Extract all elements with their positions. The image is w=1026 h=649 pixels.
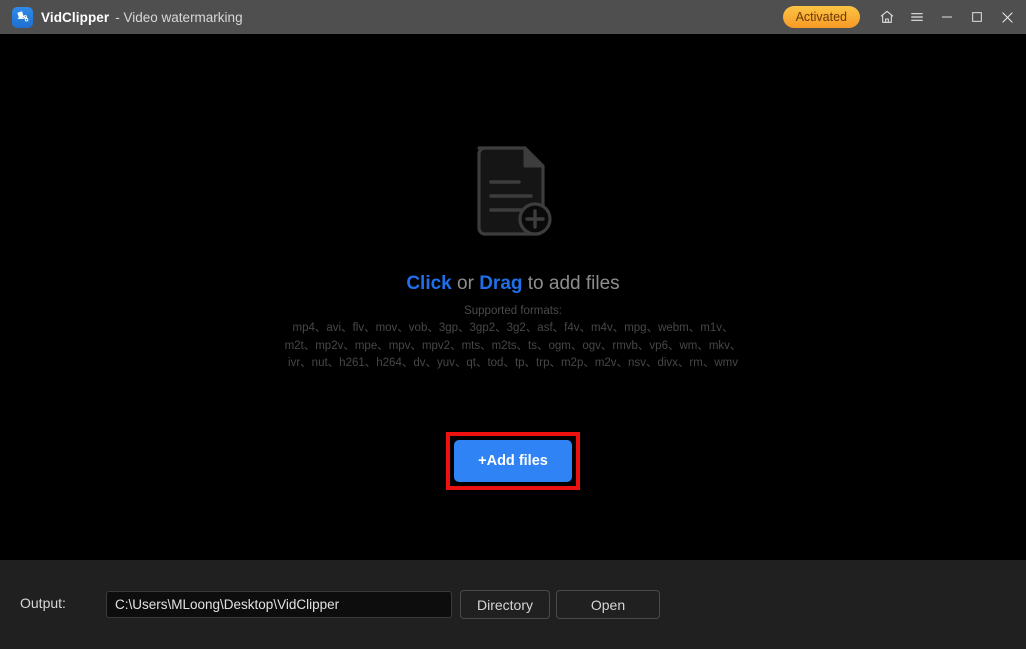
directory-button[interactable]: Directory [460, 590, 550, 619]
output-path-input[interactable] [106, 591, 452, 618]
minimize-icon[interactable] [932, 2, 962, 32]
status-badge[interactable]: Activated [782, 6, 860, 28]
supported-formats-list: mp4、avi、flv、mov、vob、3gp、3gp2、3g2、asf、f4v… [253, 320, 773, 373]
add-files-button[interactable]: +Add files [454, 440, 572, 482]
scissors-clip-icon [12, 6, 33, 28]
app-name: VidClipper [41, 9, 110, 25]
cta-click-word: Click [406, 273, 452, 294]
titlebar-controls: Activated [782, 2, 1026, 32]
formats-line: ivr、nut、h261、h264、dv、yuv、qt、tod、tp、trp、m… [288, 357, 738, 369]
close-icon[interactable] [992, 2, 1022, 32]
cta-rest-text: to add files [522, 273, 620, 294]
bottom-toolbar: Output: Directory Open Export [0, 560, 1026, 649]
hamburger-menu-icon[interactable] [902, 2, 932, 32]
drop-zone-cta: Click or Drag to add files [406, 273, 619, 295]
maximize-icon[interactable] [962, 2, 992, 32]
cta-or-word: or [451, 273, 480, 294]
main-content: Click or Drag to add files Supported for… [0, 34, 1026, 560]
home-icon[interactable] [872, 2, 902, 32]
open-button[interactable]: Open [556, 590, 660, 619]
app-subtitle: - Video watermarking [115, 9, 243, 25]
vidclipper-window: VidClipper - Video watermarking Activate… [0, 0, 1026, 649]
formats-line: m2t、mp2v、mpe、mpv、mpv2、mts、m2ts、ts、ogm、og… [284, 339, 742, 352]
titlebar: VidClipper - Video watermarking Activate… [0, 0, 1026, 34]
supported-formats-title: Supported formats: [464, 305, 562, 317]
cta-drag-word: Drag [479, 273, 523, 294]
formats-line: mp4、avi、flv、mov、vob、3gp、3gp2、3g2、asf、f4v… [292, 322, 734, 334]
titlebar-brand: VidClipper - Video watermarking [0, 6, 243, 28]
output-label: Output: [20, 595, 66, 611]
document-add-icon [473, 144, 553, 240]
